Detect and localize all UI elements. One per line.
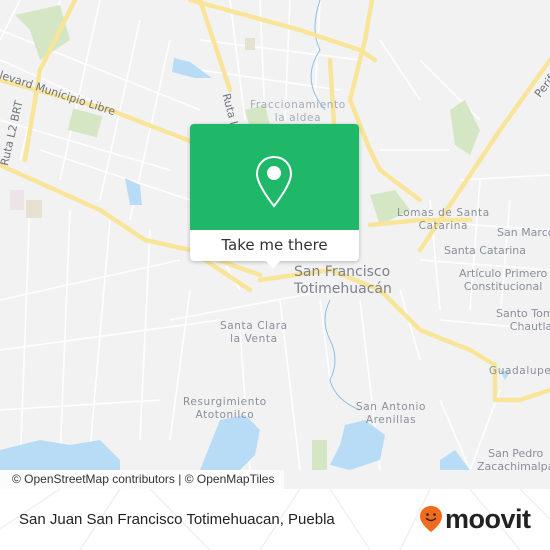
place-label: Lomas de Santa Catarina [397,207,490,232]
place-label: Guadalupe [489,365,550,377]
destination-popup: Take me there [190,124,359,269]
place-label: Santo TomásChautla [496,307,550,333]
moovit-logo[interactable]: moovit [419,505,531,533]
popup-pointer [266,261,280,269]
place-label: Resurgimiento Atotonilco [183,396,267,421]
place-label: San Antonio Arenillas [356,401,427,426]
address-label: San Juan San Francisco Totimehuacan, Pue… [19,511,335,528]
footer-bar: San Juan San Francisco Totimehuacan, Pue… [0,489,550,550]
take-me-there-button[interactable]: Take me there [190,230,359,261]
river [324,299,361,411]
map-attribution[interactable]: © OpenStreetMap contributors | © OpenMap… [0,470,285,489]
map-pin-icon [255,155,293,208]
place-label: San Marcos [497,226,550,239]
place-label-san-francisco: San Francisco Totimehuacán [294,264,392,297]
place-label: Santa Clara la Venta [220,320,288,345]
popup-header [190,124,359,230]
map-view[interactable]: Bulevard Municipio Libre Ruta L2 BRT Rut… [0,0,550,489]
moovit-wordmark: moovit [445,504,531,534]
place-label: San Pedro Zacachimalpa [477,447,550,473]
moovit-smiley-pin-icon [420,506,442,532]
place-label: Fraccionamiento la aldea [250,99,346,124]
place-label: Artículo Primero Constitucional [459,267,548,293]
place-label: Santa Catarina [444,244,527,257]
